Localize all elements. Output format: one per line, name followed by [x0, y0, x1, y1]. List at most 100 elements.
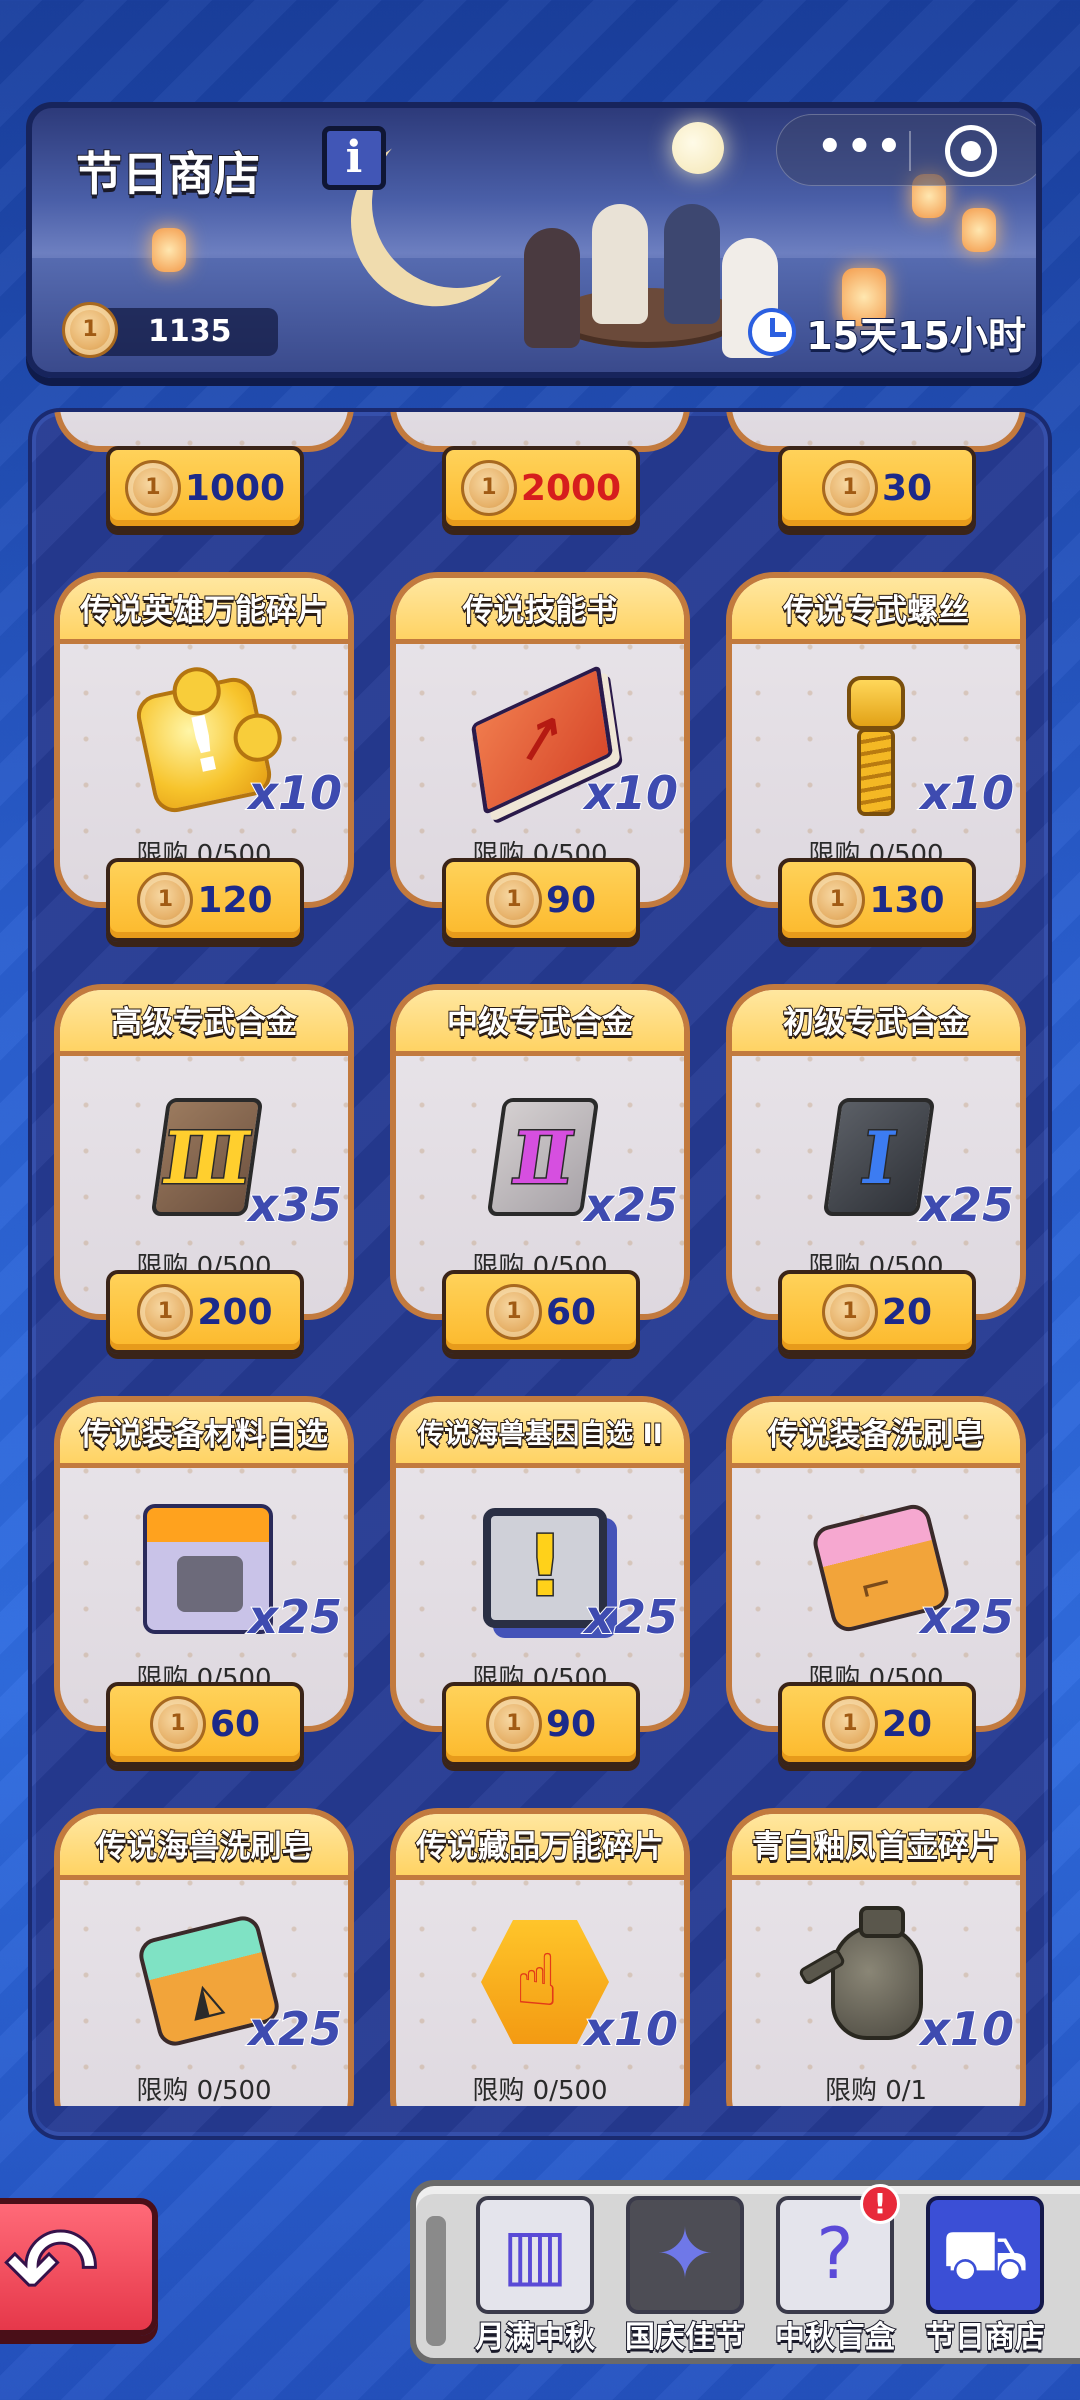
- tab-label: 月满中秋: [474, 2319, 596, 2356]
- purchase-limit: 限购 0/500: [472, 2076, 608, 2106]
- price-button[interactable]: 200: [106, 1270, 304, 1354]
- price-value: 60: [209, 1703, 261, 1745]
- price-value: 2000: [520, 467, 622, 509]
- item-name: 传说藏品万能碎片: [396, 1814, 684, 1880]
- price-button[interactable]: 20: [778, 1682, 976, 1766]
- mooncake-coin-icon: [62, 302, 118, 358]
- shop-item-card[interactable]: 传说海兽洗刷皂 ◭ x25 限购 0/500: [54, 1808, 354, 2106]
- mooncake-coin-icon: [149, 1696, 206, 1752]
- item-name: 高级专武合金: [60, 990, 348, 1056]
- mooncake-coin-icon: [485, 1284, 542, 1340]
- item-quantity: x10: [919, 765, 1015, 821]
- price-button[interactable]: 1000: [106, 446, 304, 530]
- item-name: 传说技能书: [396, 578, 684, 644]
- price-button[interactable]: 90: [442, 858, 640, 942]
- price-value: 1000: [184, 467, 286, 509]
- coin-balance: 1135: [62, 302, 278, 358]
- item-quantity: x10: [247, 765, 343, 821]
- price-button[interactable]: 130: [778, 858, 976, 942]
- tab-national-day[interactable]: ✦ 国庆佳节: [616, 2196, 754, 2356]
- mooncake-coin-icon: [821, 460, 878, 516]
- mooncake-coin-icon: [137, 1284, 194, 1340]
- info-button[interactable]: i: [322, 126, 386, 190]
- mooncake-coin-icon: [809, 872, 866, 928]
- shop-item-card[interactable]: 传说藏品万能碎片 ☝ x10 限购 0/500: [390, 1808, 690, 2106]
- item-name: 传说装备材料自选: [60, 1402, 348, 1468]
- mooncake-coin-icon: [460, 460, 517, 516]
- item-name: 中级专武合金: [396, 990, 684, 1056]
- banner-figure: [592, 204, 648, 324]
- purchase-limit: 限购 0/500: [136, 2076, 272, 2106]
- shop-item-grid[interactable]: 1000 2000 30 传说英雄万能碎片 ! x10 限购 0/500: [54, 412, 1026, 2106]
- more-options-icon[interactable]: •••: [817, 127, 906, 167]
- price-button[interactable]: 20: [778, 1270, 976, 1354]
- price-button[interactable]: 90: [442, 1682, 640, 1766]
- item-name: 青白釉凤首壶碎片: [732, 1814, 1020, 1880]
- item-name: 初级专武合金: [732, 990, 1020, 1056]
- item-quantity: x10: [919, 2001, 1015, 2057]
- back-arrow-icon: ↶: [3, 2204, 101, 2332]
- back-button[interactable]: ↶: [0, 2198, 158, 2336]
- price-value: 20: [881, 1291, 933, 1333]
- event-timer-text: 15天15小时: [805, 313, 1027, 359]
- page-title: 节日商店: [75, 146, 261, 202]
- price-value: 20: [881, 1703, 933, 1745]
- tab-label: 节日商店: [924, 2319, 1046, 2356]
- price-value: 130: [869, 879, 945, 921]
- mooncake-coin-icon: [137, 872, 194, 928]
- tab-festival-shop[interactable]: ⛟ 节日商店: [916, 2196, 1054, 2356]
- price-value: 30: [881, 467, 933, 509]
- item-name: 传说专武螺丝: [732, 578, 1020, 644]
- banner-figure: [524, 228, 580, 348]
- price-button[interactable]: 120: [106, 858, 304, 942]
- lantern-icon: [152, 228, 186, 272]
- mini-program-capsule: •••: [776, 114, 1036, 186]
- price-value: 120: [197, 879, 273, 921]
- tab-label: 中秋盲盒: [774, 2319, 896, 2356]
- item-quantity: x25: [247, 2001, 343, 2057]
- event-timer: 15天15小时: [748, 304, 1027, 360]
- clock-icon: [748, 308, 797, 356]
- tab-mid-autumn[interactable]: ▥ 月满中秋: [466, 2196, 604, 2356]
- mooncake-coin-icon: [124, 460, 181, 516]
- price-value: 90: [545, 1703, 597, 1745]
- item-name: 传说英雄万能碎片: [60, 578, 348, 644]
- item-name: 传说海兽洗刷皂: [60, 1814, 348, 1880]
- mooncake-coin-icon: [821, 1284, 878, 1340]
- price-value: 200: [197, 1291, 273, 1333]
- mooncake-coin-icon: [485, 872, 542, 928]
- shop-item-card[interactable]: 青白釉凤首壶碎片 x10 限购 0/1: [726, 1808, 1026, 2106]
- item-quantity: x25: [919, 1589, 1015, 1645]
- lantern-icon: [962, 208, 996, 252]
- item-quantity: x25: [583, 1589, 679, 1645]
- item-quantity: x25: [583, 1177, 679, 1233]
- mooncake-coin-icon: [821, 1696, 878, 1752]
- item-quantity: x25: [919, 1177, 1015, 1233]
- shop-panel[interactable]: 1000 2000 30 传说英雄万能碎片 ! x10 限购 0/500: [28, 408, 1052, 2140]
- price-button[interactable]: 2000: [442, 446, 640, 530]
- tab-bar-rail: [426, 2216, 446, 2346]
- mooncake-coin-icon: [485, 1696, 542, 1752]
- tab-blind-box[interactable]: ? ! 中秋盲盒: [766, 2184, 904, 2356]
- tab-label: 国庆佳节: [624, 2319, 746, 2356]
- item-name: 传说装备洗刷皂: [732, 1402, 1020, 1468]
- capsule-divider: [909, 131, 911, 171]
- price-value: 90: [545, 879, 597, 921]
- coin-balance-value: 1135: [148, 314, 232, 349]
- full-moon-icon: [672, 122, 724, 174]
- bottom-tab-bar: ▥ 月满中秋 ✦ 国庆佳节 ? ! 中秋盲盒 ⛟ 节日商店: [410, 2180, 1080, 2364]
- banner-figure: [664, 204, 720, 324]
- price-button[interactable]: 60: [106, 1682, 304, 1766]
- item-quantity: x35: [247, 1177, 343, 1233]
- item-quantity: x10: [583, 765, 679, 821]
- item-name: 传说海兽基因自选 II: [396, 1402, 684, 1468]
- item-quantity: x25: [247, 1589, 343, 1645]
- price-button[interactable]: 60: [442, 1270, 640, 1354]
- price-button[interactable]: 30: [778, 446, 976, 530]
- close-target-icon[interactable]: [945, 125, 997, 177]
- purchase-limit: 限购 0/1: [824, 2076, 928, 2106]
- festival-banner: 节日商店 i ••• 1135 15天15小时: [26, 102, 1042, 378]
- item-quantity: x10: [583, 2001, 679, 2057]
- alert-badge: !: [860, 2184, 900, 2224]
- price-value: 60: [545, 1291, 597, 1333]
